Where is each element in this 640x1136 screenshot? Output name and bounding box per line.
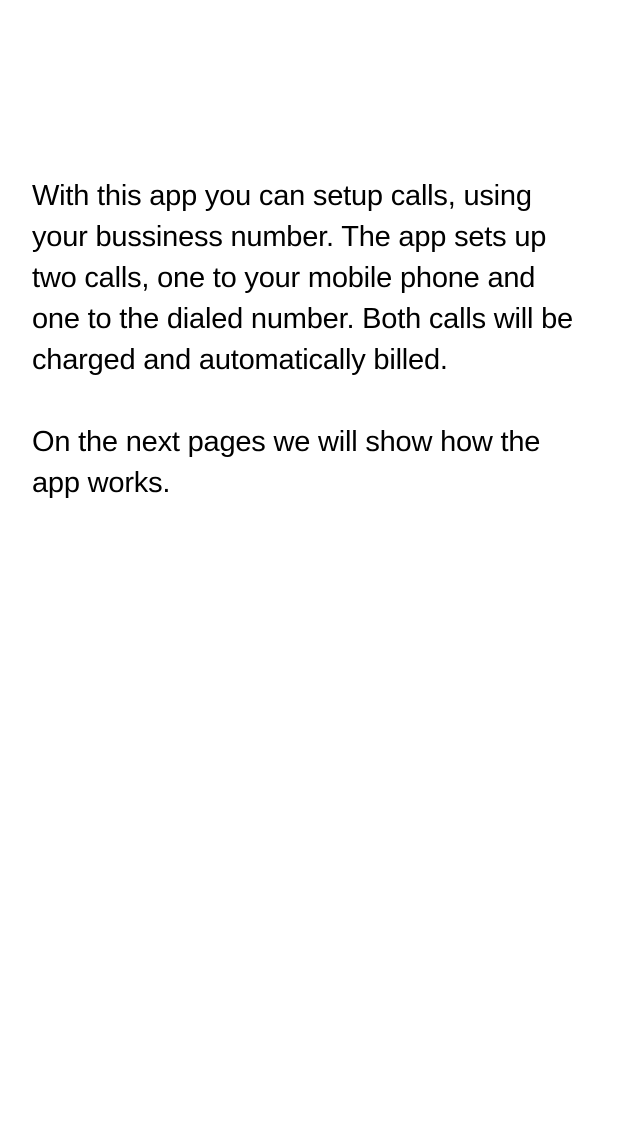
intro-text: With this app you can setup calls, using…: [32, 176, 632, 504]
intro-paragraph-2: On the next pages we will show how the a…: [32, 422, 632, 504]
intro-line: one to the dialed number. Both calls wil…: [32, 303, 573, 335]
onboarding-screen: With this app you can setup calls, using…: [0, 0, 640, 1136]
intro-line: two calls, one to your mobile phone and: [32, 262, 536, 294]
intro-line: app works.: [32, 467, 171, 499]
intro-paragraph-1: With this app you can setup calls, using…: [32, 176, 632, 381]
intro-line: With this app you can setup calls, using: [32, 180, 532, 212]
intro-line: On the next pages we will show how the: [32, 426, 541, 458]
intro-line: charged and automatically billed.: [32, 344, 448, 376]
intro-line: your bussiness number. The app sets up: [32, 221, 547, 253]
